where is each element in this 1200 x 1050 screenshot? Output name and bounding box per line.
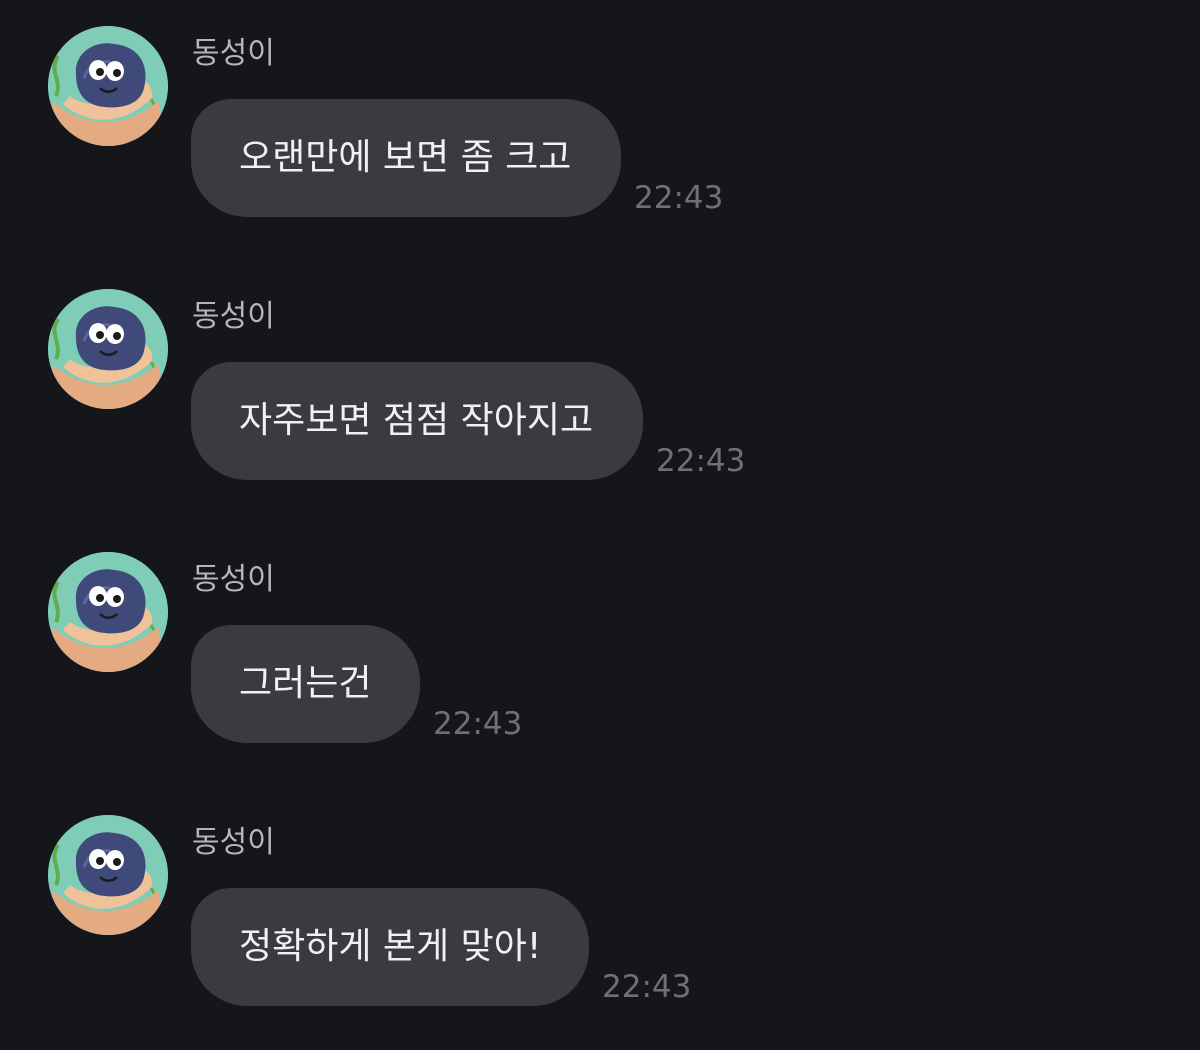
message-bubble[interactable]: 오랜만에 보면 좀 크고 — [191, 99, 621, 217]
rock-in-hand-icon — [48, 289, 168, 409]
message-bubble[interactable]: 자주보면 점점 작아지고 — [191, 362, 643, 480]
sender-name: 동성이 — [192, 825, 275, 860]
rock-in-hand-icon — [48, 552, 168, 672]
sender-avatar[interactable] — [48, 552, 168, 672]
rock-in-hand-icon — [48, 815, 168, 935]
message-time: 22:43 — [634, 180, 724, 216]
sender-name: 동성이 — [192, 36, 275, 71]
message-time: 22:43 — [433, 706, 523, 742]
sender-avatar[interactable] — [48, 26, 168, 146]
message-row: 동성이 자주보면 점점 작아지고 22:43 — [0, 263, 1200, 503]
message-bubble[interactable]: 그러는건 — [191, 625, 420, 743]
chat-message-list[interactable]: 동성이 오랜만에 보면 좀 크고 22:43 동성이 자주보면 점점 작아지고 … — [0, 0, 1200, 1050]
message-row: 동성이 오랜만에 보면 좀 크고 22:43 — [0, 0, 1200, 240]
message-row: 동성이 그러는건 22:43 — [0, 526, 1200, 766]
message-time: 22:43 — [656, 443, 746, 479]
message-row: 동성이 정확하게 본게 맞아! 22:43 — [0, 789, 1200, 1029]
message-bubble[interactable]: 정확하게 본게 맞아! — [191, 888, 589, 1006]
sender-name: 동성이 — [192, 299, 275, 334]
rock-in-hand-icon — [48, 26, 168, 146]
sender-avatar[interactable] — [48, 289, 168, 409]
sender-name: 동성이 — [192, 562, 275, 597]
message-time: 22:43 — [602, 969, 692, 1005]
sender-avatar[interactable] — [48, 815, 168, 935]
